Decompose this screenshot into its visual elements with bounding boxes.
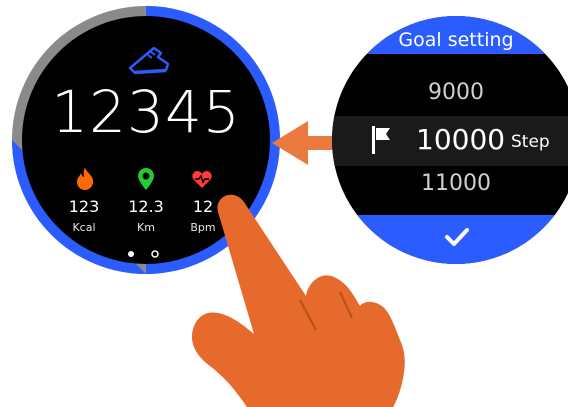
heart-rate-value: 12 [192,197,214,216]
goal-option-unit: Step [511,132,550,152]
goal-option-selected[interactable]: 10000 [416,123,505,156]
page-dot-active[interactable] [128,251,134,257]
calories-unit: Kcal [72,221,96,234]
goal-option-prev[interactable]: 9000 [428,80,484,105]
distance-unit: Km [137,221,155,234]
goal-option-next[interactable]: 11000 [421,171,491,196]
calories-value: 123 [68,197,100,216]
step-count: 12345 [51,78,241,146]
heart-rate-unit: Bpm [190,221,216,234]
goal-setting-title: Goal setting [398,29,514,51]
arrow-left-icon [272,121,340,165]
distance-value: 12.3 [128,197,164,216]
